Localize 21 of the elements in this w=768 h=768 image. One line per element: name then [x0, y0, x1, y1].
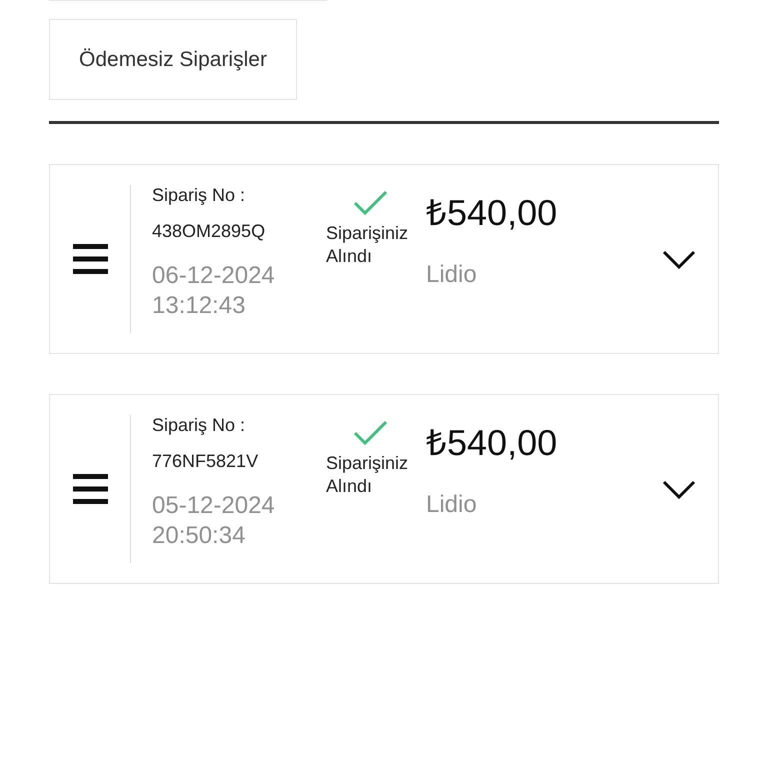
filter-button[interactable]: Ödemesiz Siparişler [49, 19, 297, 100]
order-date: 05-12-2024 [152, 491, 275, 521]
chevron-icon[interactable] [662, 478, 696, 500]
order-amount: ₺540,00 [426, 195, 558, 231]
order-date: 06-12-2024 [152, 261, 275, 291]
order-status: Siparişiniz Alındı [326, 222, 410, 268]
payment-provider: Lidio [426, 260, 477, 290]
order-time: 13:12:43 [152, 291, 246, 321]
menu-icon[interactable] [72, 244, 108, 274]
menu-icon[interactable] [72, 474, 108, 504]
order-status: Siparişiniz Alındı [326, 452, 410, 498]
order-time: 20:50:34 [152, 521, 246, 551]
order-number-label: Sipariş No : [152, 185, 246, 207]
order-amount: ₺540,00 [426, 425, 558, 461]
order-number-label: Sipariş No : [152, 415, 246, 437]
chevron-icon[interactable] [662, 248, 696, 270]
checkmark-icon [353, 189, 389, 216]
checkmark-icon [353, 419, 389, 446]
order-number: 776NF5821V [152, 450, 258, 473]
payment-provider: Lidio [426, 490, 477, 520]
order-number: 438OM2895Q [152, 220, 266, 243]
